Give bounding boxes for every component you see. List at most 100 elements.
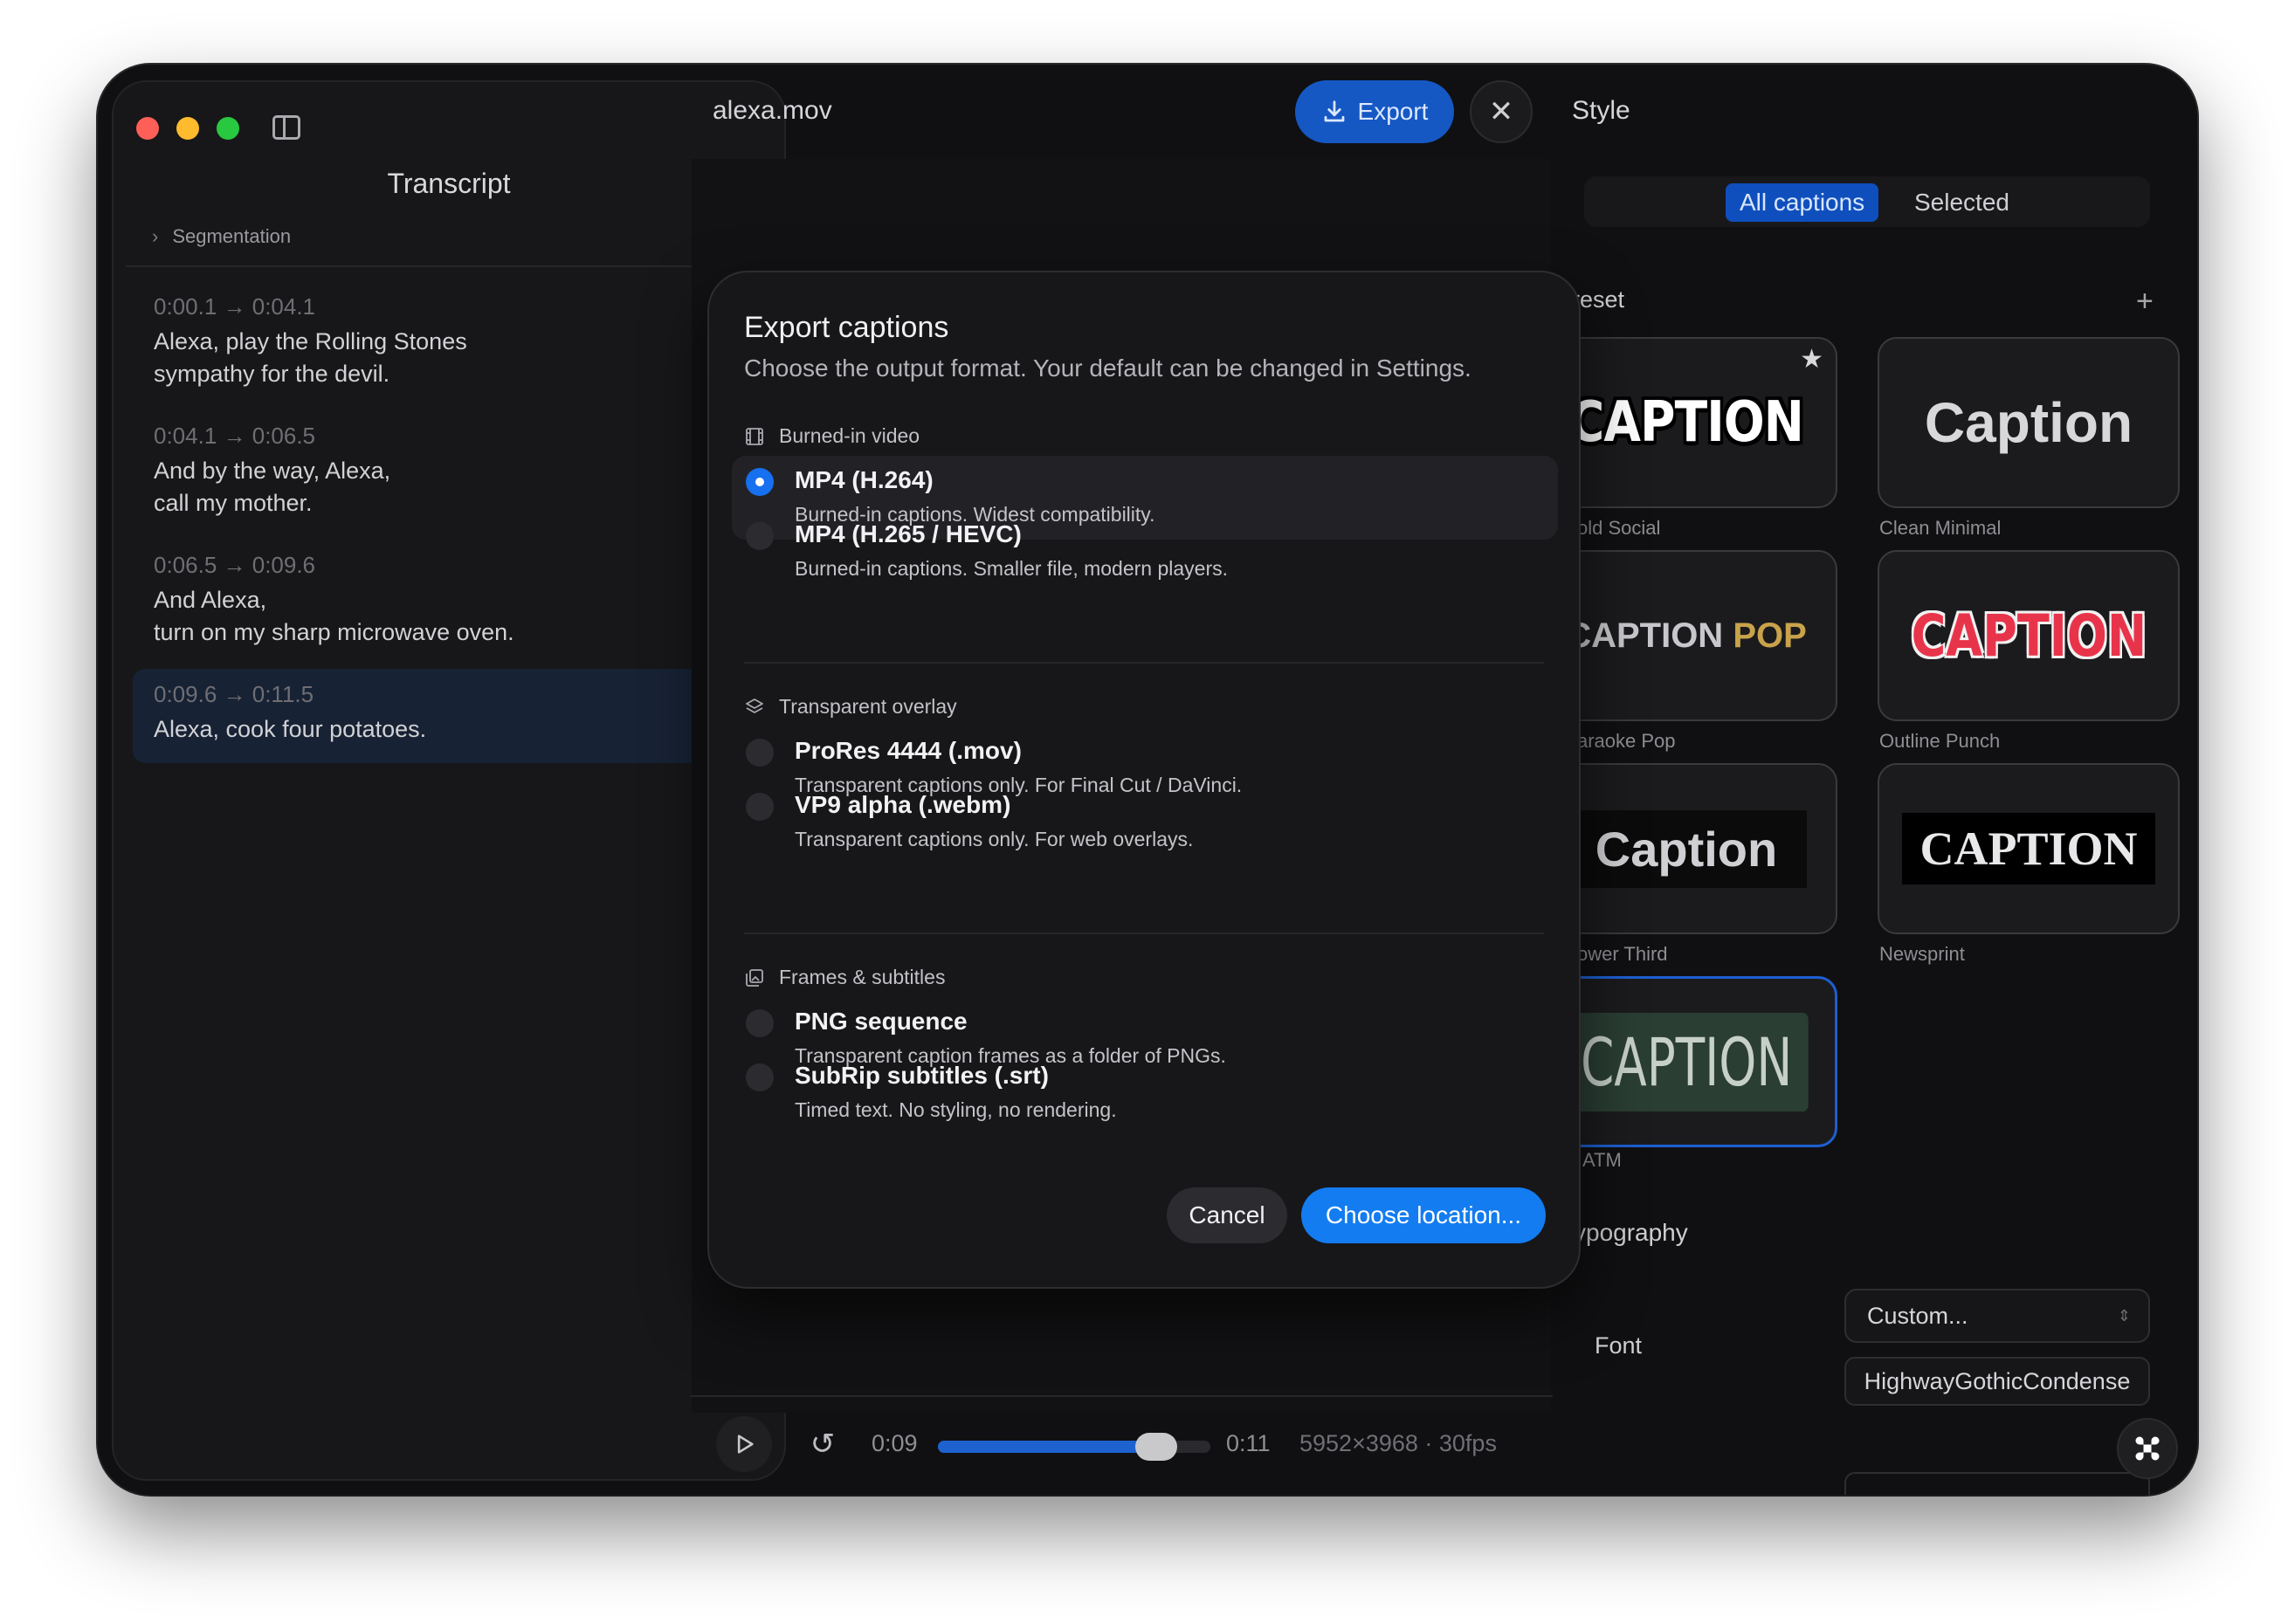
- preset-sample: Caption: [1924, 391, 2133, 454]
- chevron-updown-icon: ⇕: [2117, 1307, 2131, 1325]
- export-dialog: Export captions Choose the output format…: [707, 271, 1581, 1289]
- segment-time: 0:04.1 → 0:06.5: [154, 423, 316, 449]
- preset-name: Clean Minimal: [1879, 517, 2002, 539]
- file-title: alexa.mov: [713, 96, 832, 125]
- chevron-right-icon: ›: [152, 225, 159, 247]
- preset-sample: CAPTION: [1879, 765, 2178, 932]
- typography-section-label: ypography: [1574, 1219, 1688, 1246]
- segment-text: And Alexa, turn on my sharp microwave ov…: [154, 587, 514, 645]
- segmentation-disclosure[interactable]: › Segmentation: [152, 225, 291, 248]
- scrubber-handle[interactable]: [1134, 1433, 1177, 1461]
- play-icon: [737, 1435, 754, 1454]
- format-option-mp4-h265[interactable]: MP4 (H.265 / HEVC) Burned-in captions. S…: [732, 510, 1558, 594]
- preset-sample: CAPTION POP: [1566, 616, 1807, 655]
- close-icon[interactable]: ✕: [1470, 80, 1533, 143]
- transcript-sidebar: Transcript › Segmentation 0:00.1 → 0:04.…: [112, 80, 786, 1481]
- radio-button[interactable]: [746, 739, 774, 767]
- transcript-segment-selected[interactable]: 0:09.6 → 0:11.5 Alexa, cook four potatoe…: [133, 669, 768, 763]
- export-label: Export: [1357, 98, 1429, 125]
- images-icon: [746, 968, 763, 987]
- style-panel-title: Style: [1572, 96, 1630, 125]
- radio-button[interactable]: [746, 793, 774, 821]
- group-label: Burned-in video: [779, 424, 920, 447]
- download-icon: [1324, 100, 1344, 122]
- preset-sample: Caption: [1537, 765, 1836, 932]
- option-title: PNG sequence: [795, 1008, 968, 1035]
- segment-time: 0:09.6 → 0:11.5: [154, 681, 314, 707]
- format-option-srt[interactable]: SubRip subtitles (.srt) Timed text. No s…: [732, 1051, 1558, 1135]
- transcript-title: Transcript: [387, 168, 511, 199]
- preset-name: ATM: [1582, 1149, 1622, 1171]
- preset-sample: CAPTION: [1568, 390, 1804, 455]
- close-window-button[interactable]: [136, 117, 159, 140]
- layers-icon: [746, 698, 763, 713]
- duration: 0:11: [1226, 1430, 1271, 1456]
- option-title: ProRes 4444 (.mov): [795, 737, 1022, 764]
- divider: [690, 1395, 1553, 1397]
- export-button[interactable]: Export: [1295, 80, 1454, 143]
- app-window: Transcript › Segmentation 0:00.1 → 0:04.…: [98, 65, 2197, 1495]
- sidebar-toggle-icon[interactable]: [272, 115, 300, 140]
- choose-location-button[interactable]: Choose location...: [1301, 1187, 1546, 1243]
- tab-all-captions[interactable]: All captions: [1726, 183, 1879, 222]
- group-label: Transparent overlay: [779, 695, 957, 718]
- font-select-value: Custom...: [1867, 1303, 1968, 1329]
- scrubber[interactable]: [938, 1433, 1210, 1461]
- segmentation-label: Segmentation: [172, 225, 292, 247]
- preset-name: Outline Punch: [1879, 730, 2001, 752]
- radio-button[interactable]: [746, 1009, 774, 1037]
- dialog-title: Export captions: [744, 311, 949, 344]
- film-icon: [746, 427, 763, 445]
- caption-scope-control: All captions Selected: [1584, 176, 2150, 227]
- segment-time: 0:06.5 → 0:09.6: [154, 552, 316, 578]
- preset-name: ower Third: [1577, 943, 1668, 965]
- preset-card[interactable]: CAPTION: [1878, 550, 2180, 721]
- video-meta: 5952×3968 · 30fps: [1299, 1430, 1497, 1456]
- partial-field[interactable]: [1844, 1472, 2150, 1495]
- segment-text: Alexa, play the Rolling Stones sympathy …: [154, 328, 467, 387]
- group-transparent-overlay: Transparent overlay: [744, 695, 957, 719]
- option-description: Burned-in captions. Smaller file, modern…: [795, 557, 1229, 580]
- preset-name: araoke Pop: [1577, 730, 1676, 752]
- zoom-window-button[interactable]: [217, 117, 239, 140]
- format-option-vp9[interactable]: VP9 alpha (.webm) Transparent captions o…: [732, 781, 1558, 864]
- radio-button[interactable]: [746, 1063, 774, 1091]
- transcript-segment[interactable]: 0:06.5 → 0:09.6 And Alexa, turn on my sh…: [133, 540, 768, 661]
- divider: [744, 932, 1544, 934]
- radio-button[interactable]: [746, 522, 774, 550]
- tab-selected[interactable]: Selected: [1900, 183, 2023, 222]
- star-icon: ★: [1800, 345, 1823, 374]
- option-description: Timed text. No styling, no rendering.: [795, 1098, 1117, 1121]
- group-burned-in: Burned-in video: [744, 424, 920, 448]
- preset-name: Newsprint: [1879, 943, 1965, 965]
- dialog-subtitle: Choose the output format. Your default c…: [744, 354, 1471, 382]
- transcript-segment[interactable]: 0:04.1 → 0:06.5 And by the way, Alexa, c…: [133, 410, 768, 532]
- minimize-window-button[interactable]: [176, 117, 199, 140]
- option-title: MP4 (H.264): [795, 466, 934, 493]
- current-time: 0:09: [872, 1430, 918, 1456]
- preset-card[interactable]: Caption: [1878, 337, 2180, 508]
- cancel-button[interactable]: Cancel: [1167, 1187, 1287, 1243]
- segment-text: And by the way, Alexa, call my mother.: [154, 458, 391, 516]
- divider: [744, 662, 1544, 664]
- add-preset-icon[interactable]: +: [2136, 285, 2154, 319]
- radio-button[interactable]: [746, 468, 774, 496]
- command-icon[interactable]: [2117, 1418, 2178, 1479]
- preset-card[interactable]: CAPTION: [1878, 763, 2180, 934]
- segment-text: Alexa, cook four potatoes.: [154, 716, 427, 742]
- preset-sample: CAPTION: [1911, 602, 2147, 670]
- option-title: VP9 alpha (.webm): [795, 791, 1011, 818]
- font-name-field[interactable]: HighwayGothicCondense: [1844, 1357, 2150, 1406]
- group-label: Frames & subtitles: [779, 966, 946, 988]
- replay-icon[interactable]: ↺: [805, 1427, 840, 1462]
- transcript-segment[interactable]: 0:00.1 → 0:04.1 Alexa, play the Rolling …: [133, 281, 768, 403]
- font-label: Font: [1595, 1332, 1643, 1359]
- divider: [126, 265, 772, 267]
- preset-name: old Social: [1577, 517, 1661, 539]
- segment-time: 0:00.1 → 0:04.1: [154, 293, 316, 320]
- preset-sample: CAPTION: [1538, 979, 1835, 1145]
- option-title: MP4 (H.265 / HEVC): [795, 520, 1022, 547]
- font-select[interactable]: Custom... ⇕: [1844, 1289, 2150, 1343]
- play-button[interactable]: [716, 1416, 772, 1472]
- option-description: Transparent captions only. For web overl…: [795, 828, 1194, 850]
